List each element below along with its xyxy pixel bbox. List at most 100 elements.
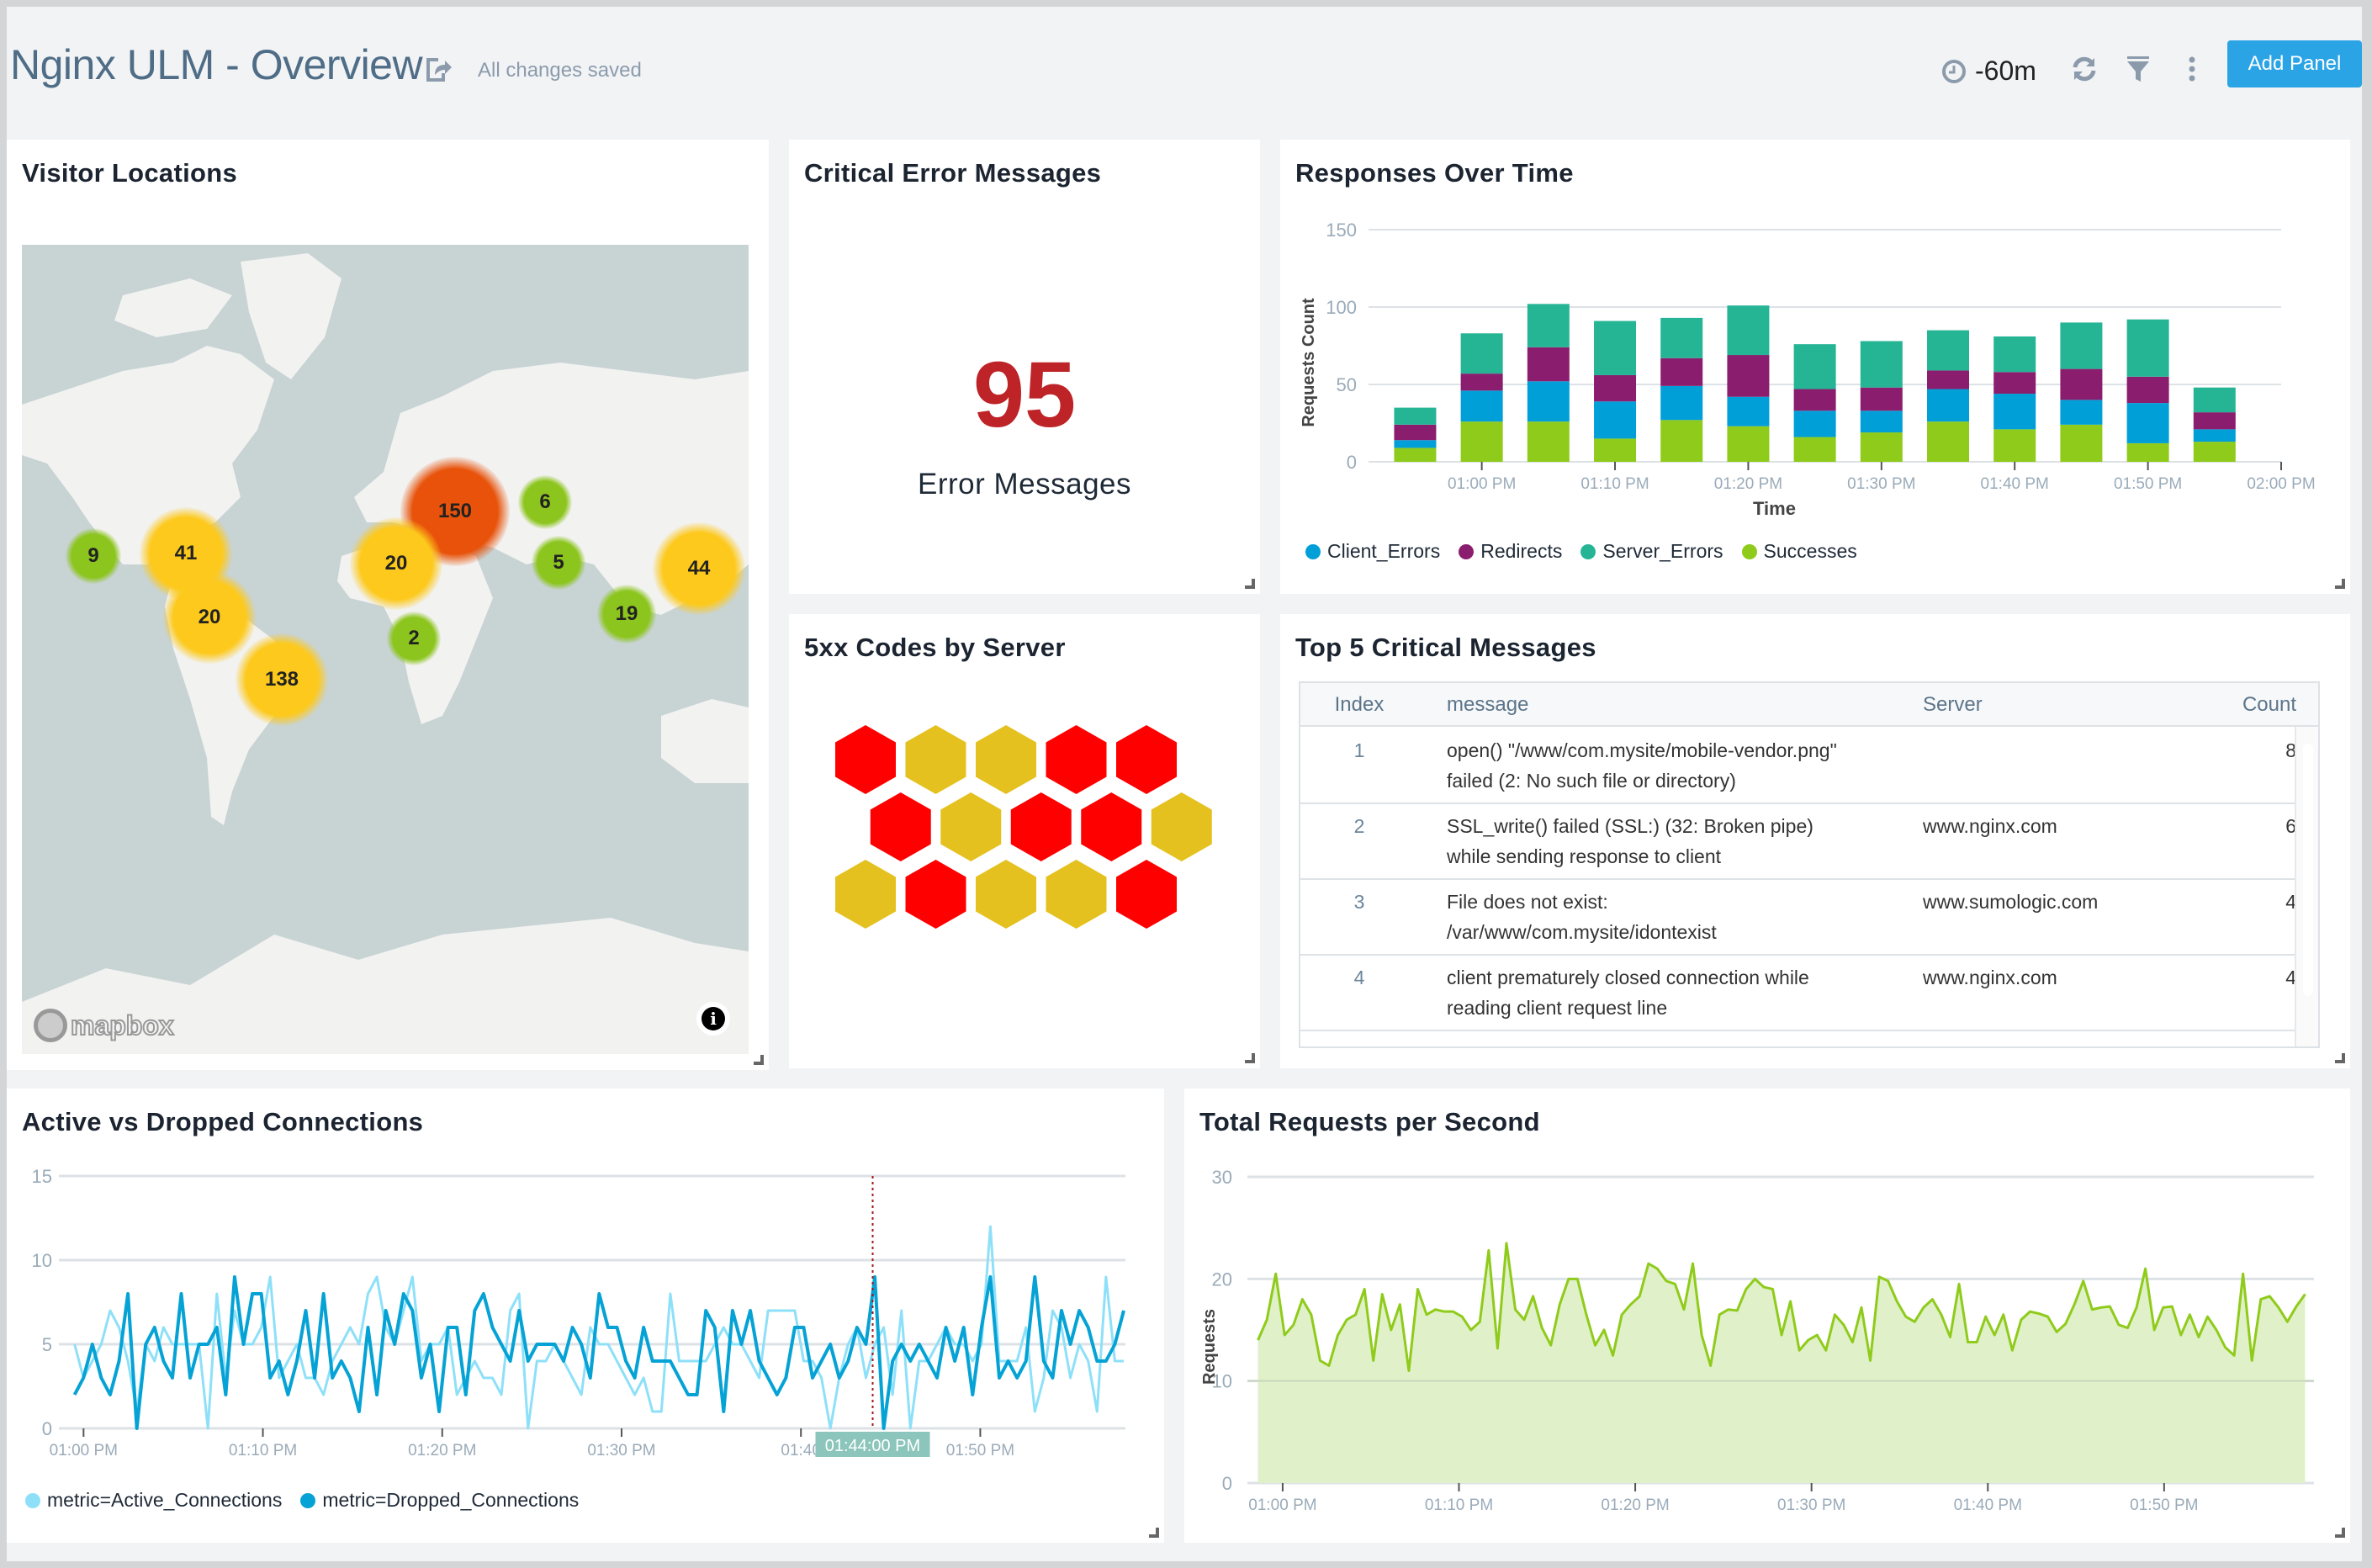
bar-segment[interactable] bbox=[1660, 420, 1703, 462]
bar-segment[interactable] bbox=[1527, 347, 1570, 382]
map-cluster[interactable]: 20 bbox=[350, 517, 442, 610]
map-cluster[interactable]: 2 bbox=[387, 612, 441, 665]
bar-segment[interactable] bbox=[1527, 421, 1570, 462]
table-row[interactable]: 3 File does not exist:/var/www/com.mysit… bbox=[1300, 880, 2296, 956]
bar-segment[interactable] bbox=[1860, 387, 1903, 411]
bar-segment[interactable] bbox=[1993, 429, 2036, 462]
column-header-server[interactable]: Server bbox=[1923, 693, 2175, 717]
bar-segment[interactable] bbox=[1594, 401, 1637, 439]
bar-segment[interactable] bbox=[2126, 403, 2169, 443]
bar-segment[interactable] bbox=[2193, 429, 2236, 442]
refresh-icon[interactable] bbox=[2069, 54, 2099, 84]
bar-segment[interactable] bbox=[1394, 424, 1437, 441]
bar-segment[interactable] bbox=[1394, 440, 1437, 448]
time-range-selector[interactable]: -60m bbox=[1941, 56, 2036, 87]
resize-handle[interactable] bbox=[2335, 1528, 2345, 1538]
bar-segment[interactable] bbox=[2193, 387, 2236, 413]
bar-segment[interactable] bbox=[1594, 374, 1637, 402]
bar-segment[interactable] bbox=[1993, 394, 2036, 430]
table-row[interactable]: 4 client prematurely closed connection w… bbox=[1300, 956, 2296, 1031]
hexagon-cell[interactable] bbox=[835, 725, 896, 794]
column-header-index[interactable]: Index bbox=[1300, 693, 1418, 717]
legend-item[interactable]: Successes bbox=[1741, 540, 1857, 563]
hexagon-cell[interactable] bbox=[1151, 792, 1212, 861]
hexagon-cell[interactable] bbox=[1046, 725, 1107, 794]
bar-segment[interactable] bbox=[1727, 396, 1770, 426]
column-header-message[interactable]: message bbox=[1447, 693, 1901, 717]
hexagon-cell[interactable] bbox=[1116, 725, 1177, 794]
hexagon-cell[interactable] bbox=[870, 792, 931, 861]
hexagon-cell[interactable] bbox=[940, 792, 1002, 861]
share-icon[interactable] bbox=[423, 53, 453, 83]
world-map[interactable]: 9 41 20 138 150 20 6 5 2 19 44 mapbox i bbox=[22, 245, 749, 1054]
bar-segment[interactable] bbox=[1660, 358, 1703, 386]
hexagon-cell[interactable] bbox=[1116, 860, 1177, 929]
bar-segment[interactable] bbox=[1793, 344, 1836, 389]
bar-segment[interactable] bbox=[1793, 389, 1836, 411]
legend-item[interactable]: metric=Active_Connections bbox=[25, 1489, 282, 1512]
bar-segment[interactable] bbox=[1927, 330, 1970, 371]
bar-segment[interactable] bbox=[1860, 432, 1903, 462]
bar-segment[interactable] bbox=[1927, 421, 1970, 462]
bar-segment[interactable] bbox=[1460, 421, 1503, 462]
bar-segment[interactable] bbox=[1727, 355, 1770, 397]
bar-segment[interactable] bbox=[1460, 390, 1503, 422]
legend-item[interactable]: Server_Errors bbox=[1580, 540, 1723, 563]
bar-segment[interactable] bbox=[2060, 400, 2103, 425]
table-row[interactable]: 1 open() "/www/com.mysite/mobile-vendor.… bbox=[1300, 728, 2296, 804]
bar-segment[interactable] bbox=[2060, 424, 2103, 462]
hexagon-cell[interactable] bbox=[1010, 792, 1072, 861]
bar-segment[interactable] bbox=[1394, 407, 1437, 425]
bar-segment[interactable] bbox=[1993, 372, 2036, 395]
bar-segment[interactable] bbox=[1460, 373, 1503, 391]
hexagon-cell[interactable] bbox=[1046, 860, 1107, 929]
resize-handle[interactable] bbox=[754, 1055, 764, 1065]
bar-segment[interactable] bbox=[1860, 341, 1903, 388]
bar-segment[interactable] bbox=[1727, 305, 1770, 356]
bar-segment[interactable] bbox=[1527, 381, 1570, 422]
resize-handle[interactable] bbox=[1149, 1528, 1159, 1538]
map-cluster[interactable]: 5 bbox=[532, 536, 585, 590]
map-info-button[interactable]: i bbox=[696, 1002, 730, 1036]
scrollbar-thumb[interactable] bbox=[2303, 744, 2313, 996]
bar-segment[interactable] bbox=[1727, 426, 1770, 462]
column-header-count[interactable]: Count bbox=[2195, 693, 2296, 717]
bar-segment[interactable] bbox=[2126, 319, 2169, 377]
bar-segment[interactable] bbox=[1993, 336, 2036, 373]
bar-segment[interactable] bbox=[1594, 320, 1637, 375]
bar-segment[interactable] bbox=[1660, 317, 1703, 358]
mapbox-logo[interactable]: mapbox bbox=[34, 1009, 175, 1042]
legend-item[interactable]: Redirects bbox=[1459, 540, 1562, 563]
resize-handle[interactable] bbox=[2335, 1053, 2345, 1063]
map-cluster[interactable]: 9 bbox=[66, 528, 121, 584]
bar-segment[interactable] bbox=[2126, 442, 2169, 462]
line-chart[interactable]: 0 5 10 15 01:00 PM 01:10 PM 01:20 PM 01:30 PM 01… bbox=[7, 1089, 1164, 1543]
table-row[interactable]: 2 SSL_write() failed (SSL:) (32: Broken … bbox=[1300, 804, 2296, 880]
bar-segment[interactable] bbox=[1927, 370, 1970, 389]
table-row-partial[interactable] bbox=[1300, 1031, 2296, 1046]
resize-handle[interactable] bbox=[1245, 579, 1255, 589]
bar-segment[interactable] bbox=[1793, 437, 1836, 462]
map-cluster[interactable]: 20 bbox=[163, 571, 256, 664]
bar-segment[interactable] bbox=[2126, 376, 2169, 404]
hexagon-cell[interactable] bbox=[905, 725, 966, 794]
filter-icon[interactable] bbox=[2123, 54, 2153, 84]
add-panel-button[interactable]: Add Panel bbox=[2227, 40, 2362, 87]
bar-segment[interactable] bbox=[1594, 438, 1637, 462]
resize-handle[interactable] bbox=[1245, 1053, 1255, 1063]
bar-segment[interactable] bbox=[1793, 411, 1836, 437]
bar-segment[interactable] bbox=[2060, 322, 2103, 369]
map-cluster[interactable]: 44 bbox=[653, 522, 745, 615]
series-line[interactable] bbox=[72, 1275, 1125, 1430]
bar-segment[interactable] bbox=[2193, 442, 2236, 462]
hexagon-cell[interactable] bbox=[905, 860, 966, 929]
hexagon-cell[interactable] bbox=[1081, 792, 1142, 861]
map-cluster[interactable]: 19 bbox=[597, 585, 656, 644]
bar-segment[interactable] bbox=[1927, 389, 1970, 422]
table-scrollbar[interactable] bbox=[2295, 727, 2318, 1046]
bar-segment[interactable] bbox=[2060, 368, 2103, 400]
bar-segment[interactable] bbox=[1460, 333, 1503, 374]
bar-segment[interactable] bbox=[1527, 304, 1570, 347]
legend-item[interactable]: Client_Errors bbox=[1305, 540, 1440, 563]
bar-segment[interactable] bbox=[1660, 385, 1703, 421]
